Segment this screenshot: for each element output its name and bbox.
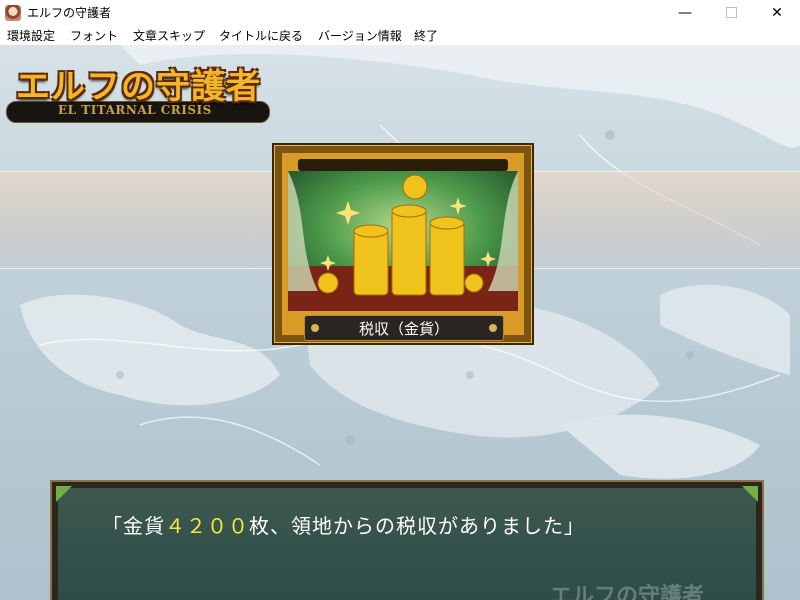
- event-panel: 税収（金貨）: [272, 143, 534, 345]
- minimize-icon: —: [678, 4, 692, 21]
- panel-top-ornament: [298, 159, 508, 171]
- close-button[interactable]: ✕: [754, 0, 800, 25]
- minimize-button[interactable]: —: [662, 0, 708, 25]
- logo-title: エルフの守護者: [16, 67, 261, 107]
- message-box-corner: [56, 486, 72, 502]
- gold-coins-icon: [288, 171, 518, 311]
- app-icon: [5, 5, 21, 21]
- window-titlebar: エルフの守護者 — ✕: [0, 0, 800, 25]
- menu-item-exit[interactable]: 終了: [414, 27, 438, 44]
- message-text: 「金貨４２００枚、領地からの税収がありました」: [102, 510, 585, 539]
- menu-item-version[interactable]: バージョン情報: [318, 27, 402, 44]
- menu-item-font[interactable]: フォント: [70, 27, 118, 44]
- menu-item-text-skip[interactable]: 文章スキップ: [133, 27, 205, 44]
- close-icon: ✕: [771, 4, 783, 21]
- event-panel-label: 税収（金貨）: [304, 315, 504, 341]
- menu-item-return-title[interactable]: タイトルに戻る: [219, 27, 303, 44]
- message-amount: ４２００: [165, 514, 249, 538]
- message-open: 「金貨: [102, 514, 165, 538]
- game-logo: エルフの守護者 EL TITARNAL CRISIS: [6, 59, 272, 125]
- logo-subtitle: EL TITARNAL CRISIS: [58, 103, 212, 117]
- maximize-button[interactable]: [708, 0, 754, 25]
- game-screen[interactable]: エルフの守護者 EL TITARNAL CRISIS 税収（金貨） 「金貨４２０…: [0, 45, 800, 600]
- label-ornament-right: [489, 324, 497, 332]
- event-panel-frame: 税収（金貨）: [282, 153, 524, 341]
- message-watermark: エルフの守護者: [550, 583, 705, 600]
- message-box-corner: [742, 486, 758, 502]
- window-title: エルフの守護者: [27, 6, 112, 20]
- menu-bar: 環境設定 フォント 文章スキップ タイトルに戻る バージョン情報 終了: [0, 25, 800, 46]
- maximize-icon: [725, 7, 737, 18]
- menu-item-settings[interactable]: 環境設定: [7, 27, 55, 44]
- label-ornament-left: [311, 324, 319, 332]
- event-panel-label-text: 税収（金貨）: [358, 319, 449, 338]
- message-box[interactable]: 「金貨４２００枚、領地からの税収がありました」 エルフの守護者: [50, 480, 764, 600]
- message-rest: 枚、領地からの税収がありました」: [249, 514, 585, 538]
